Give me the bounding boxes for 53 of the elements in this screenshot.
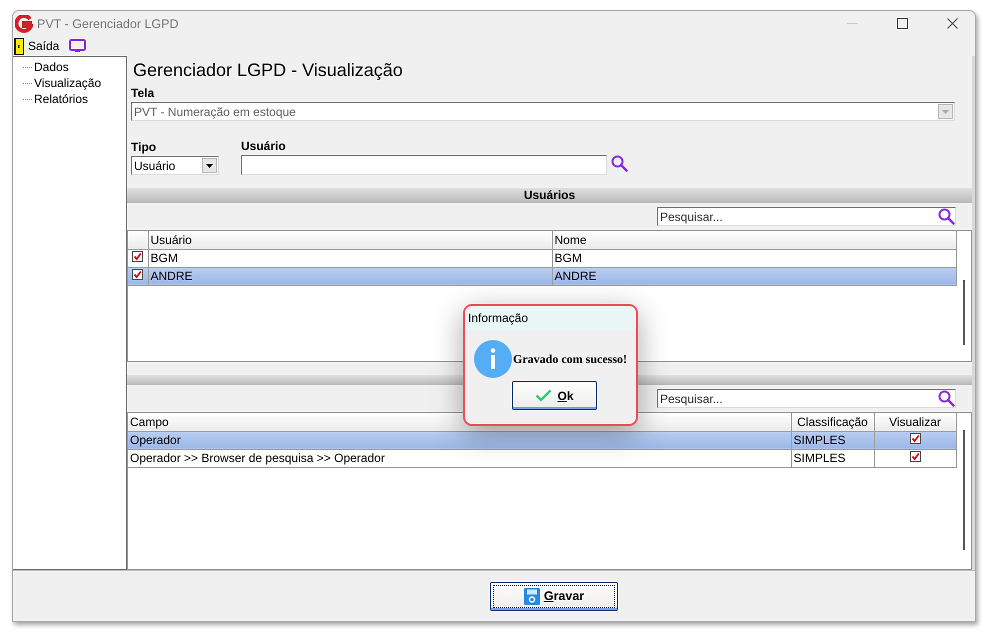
type-dropdown[interactable]: Usuário: [131, 156, 219, 175]
search-icon[interactable]: [611, 155, 628, 172]
table-cell: BGM: [552, 249, 956, 267]
section-header: Usuários: [127, 188, 972, 203]
exit-label[interactable]: Saída: [28, 39, 60, 53]
table-cell: SIMPLES: [791, 449, 874, 467]
close-icon[interactable]: [946, 18, 958, 29]
field-label: Tipo: [131, 140, 158, 154]
table-cell: ANDRE: [148, 267, 552, 285]
checkbox[interactable]: [910, 451, 920, 462]
search-field[interactable]: Pesquisar...: [657, 389, 956, 408]
checkbox[interactable]: [132, 251, 144, 262]
table-cell: ANDRE: [552, 267, 956, 285]
field-label: Tela: [131, 86, 156, 100]
column-header[interactable]: Classificação: [791, 413, 874, 431]
table-row[interactable]: Operador >> Browser de pesquisa >> Operador SIMPLES: [128, 449, 956, 467]
page-heading: Gerenciador LGPD - Visualização: [132, 59, 404, 81]
monitor-icon[interactable]: [69, 39, 86, 53]
screen-dropdown[interactable]: PVT - Numeração em estoque: [131, 102, 955, 121]
dialog-message: Gravado com sucesso!: [513, 352, 627, 366]
checkbox[interactable]: [132, 269, 144, 280]
table-cell: Operador: [128, 431, 791, 449]
column-header[interactable]: Nome: [552, 231, 956, 249]
table-cell: SIMPLES: [791, 431, 874, 449]
table-cell: Operador >> Browser de pesquisa >> Operador: [128, 449, 791, 467]
exit-door-icon[interactable]: [14, 38, 24, 54]
tree-item[interactable]: Dados: [34, 60, 69, 74]
table-row[interactable]: ANDRE ANDRE: [128, 267, 956, 285]
dropdown-arrow-icon: [942, 110, 949, 114]
tree-item[interactable]: Visualização: [34, 76, 102, 90]
app-logo-icon: [15, 14, 33, 32]
column-header[interactable]: Visualizar: [874, 413, 956, 431]
save-button[interactable]: Gravar: [490, 582, 618, 610]
dialog-title: Informação: [468, 311, 528, 325]
window-title: PVT - Gerenciador LGPD: [37, 16, 178, 30]
column-header[interactable]: Usuário: [148, 231, 552, 249]
info-icon: [474, 340, 512, 378]
field-label: Usuário: [241, 139, 287, 153]
checkbox[interactable]: [910, 433, 920, 444]
table-cell: BGM: [148, 249, 552, 267]
tree-item[interactable]: Relatórios: [34, 92, 88, 106]
dropdown-arrow-icon: [206, 164, 213, 168]
table-row[interactable]: BGM BGM: [128, 249, 956, 267]
scrollbar[interactable]: [963, 280, 965, 345]
ok-button[interactable]: Ok: [512, 381, 597, 410]
maximize-icon[interactable]: [896, 18, 908, 29]
user-input-field[interactable]: [241, 155, 607, 175]
table-row[interactable]: Operador SIMPLES: [128, 431, 956, 449]
search-field[interactable]: Pesquisar...: [657, 207, 956, 226]
search-icon[interactable]: [938, 390, 955, 407]
check-icon: [535, 389, 552, 402]
scrollbar[interactable]: [963, 430, 965, 550]
search-icon[interactable]: [938, 208, 955, 225]
